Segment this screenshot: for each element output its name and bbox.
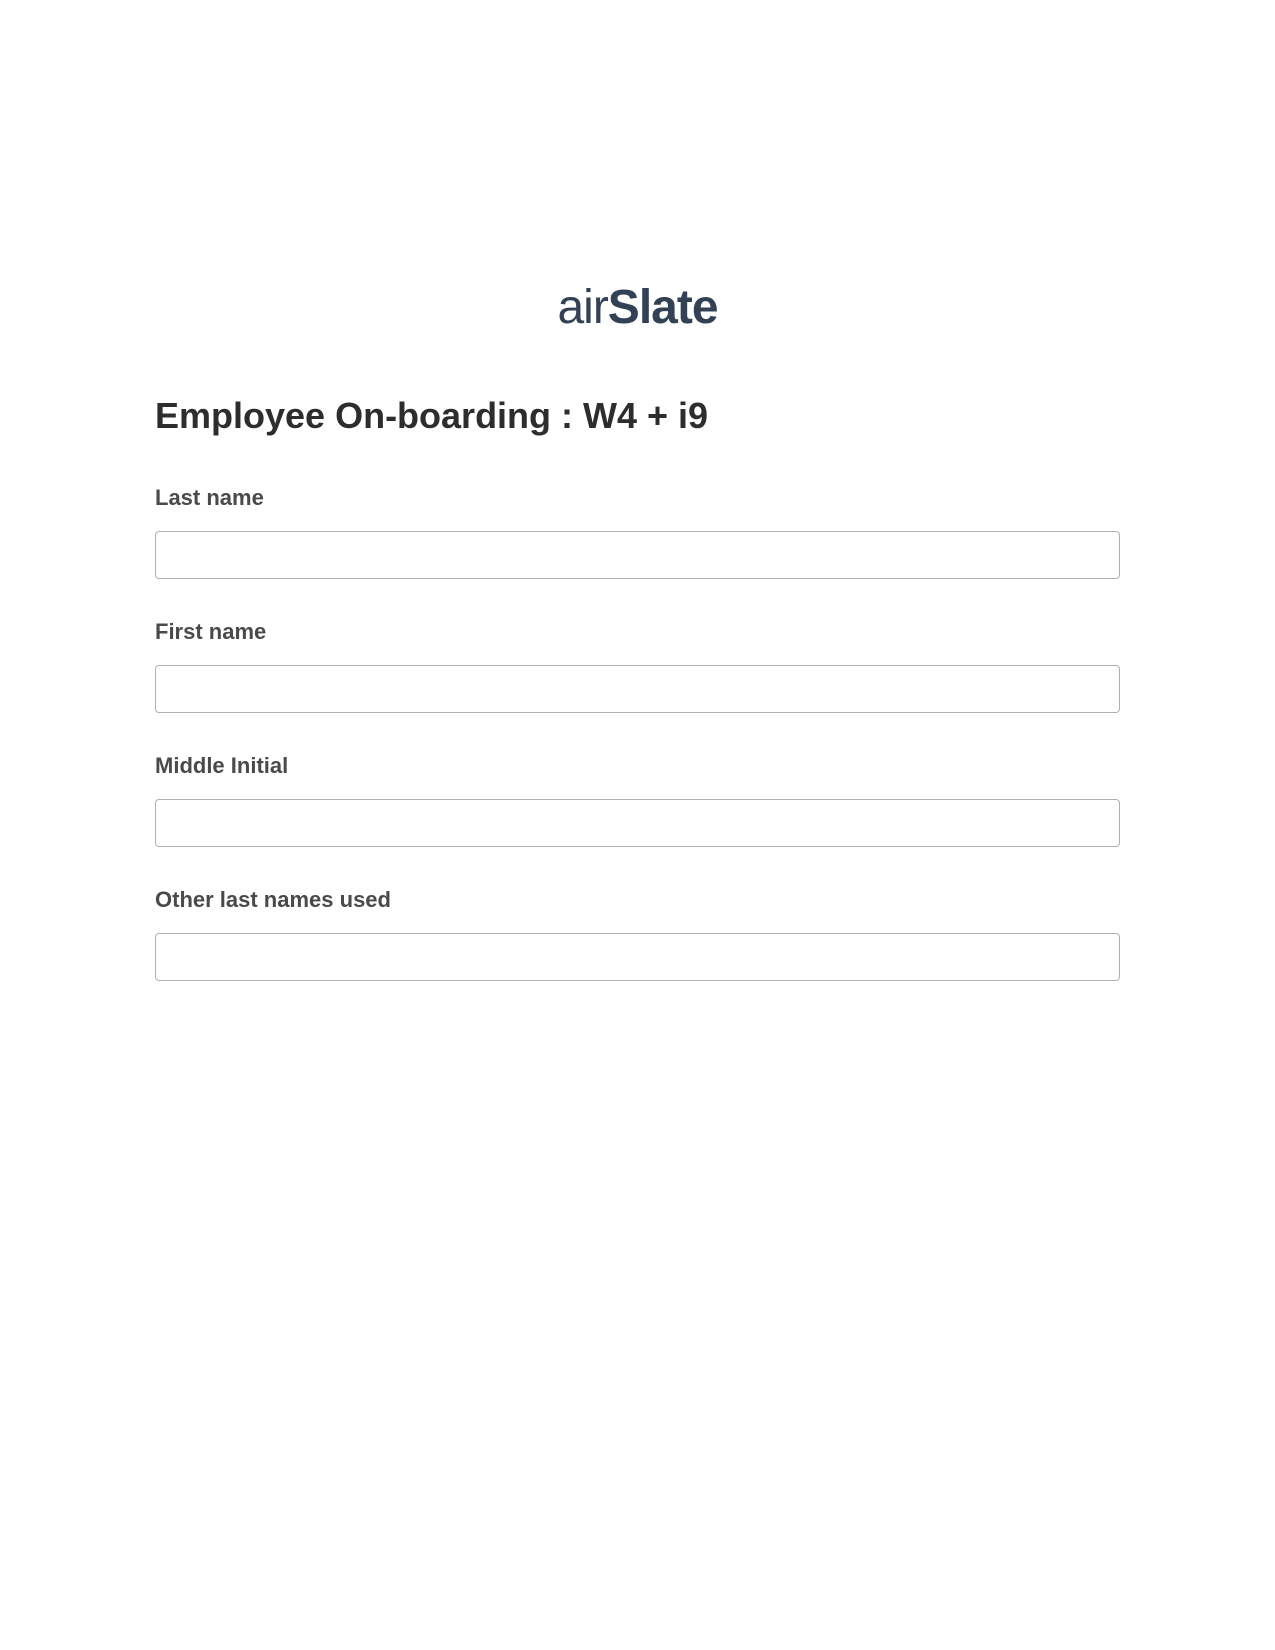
page-container: airSlate Employee On-boarding : W4 + i9 … — [0, 0, 1275, 981]
field-group-other-last-names: Other last names used — [155, 887, 1120, 981]
label-first-name: First name — [155, 619, 1120, 645]
field-group-last-name: Last name — [155, 485, 1120, 579]
logo-part2: Slate — [608, 281, 718, 334]
input-middle-initial[interactable] — [155, 799, 1120, 847]
field-group-first-name: First name — [155, 619, 1120, 713]
logo-text: airSlate — [557, 281, 717, 334]
page-title: Employee On-boarding : W4 + i9 — [155, 395, 1120, 437]
input-first-name[interactable] — [155, 665, 1120, 713]
label-middle-initial: Middle Initial — [155, 753, 1120, 779]
label-last-name: Last name — [155, 485, 1120, 511]
field-group-middle-initial: Middle Initial — [155, 753, 1120, 847]
logo: airSlate — [0, 280, 1275, 335]
form-area: Employee On-boarding : W4 + i9 Last name… — [155, 395, 1120, 981]
input-last-name[interactable] — [155, 531, 1120, 579]
label-other-last-names: Other last names used — [155, 887, 1120, 913]
input-other-last-names[interactable] — [155, 933, 1120, 981]
logo-part1: air — [557, 281, 607, 334]
